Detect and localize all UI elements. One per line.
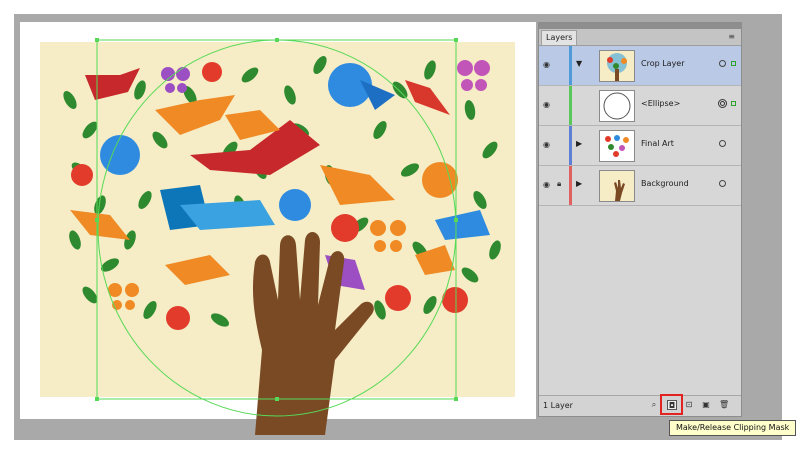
trash-icon[interactable]: 🗑︎ [719,400,729,410]
layer-row-crop-layer[interactable]: ◉ ▼ Crop Layer [539,46,741,86]
layer-color-bar [569,86,572,125]
layer-color-bar [569,126,572,165]
layer-color-bar [569,166,572,205]
art-thumbnail [599,130,635,162]
create-sublayer-icon[interactable]: ⊡ [684,400,694,410]
locate-object-icon[interactable]: ⌕ [649,400,659,410]
panel-menu-icon[interactable]: ≡ [728,32,735,41]
layer-row-ellipse[interactable]: ◉ <Ellipse> [539,86,741,126]
create-new-layer-icon[interactable]: ▣ [701,400,711,410]
tree-thumbnail [599,50,635,82]
layer-name[interactable]: Crop Layer [641,59,685,68]
panel-footer: 1 Layer ⌕ ◘ ⊡ ▣ 🗑︎ [539,395,741,416]
selection-indicator-icon[interactable] [731,61,736,66]
selection-indicator-icon[interactable] [731,101,736,106]
layer-name[interactable]: Background [641,179,689,188]
target-icon[interactable] [718,99,727,108]
panel-tab-bar: Layers ≡ [539,29,741,46]
ellipse-thumbnail [599,90,635,122]
layers-panel[interactable]: Layers ≡ ◉ ▼ Crop Layer ◉ <Ellipse> ◉ ▶ … [538,22,742,417]
visibility-eye-icon[interactable]: ◉ [543,180,550,189]
layer-count: 1 Layer [543,401,573,410]
expand-triangle-icon[interactable]: ▼ [576,59,582,68]
target-icon[interactable] [719,60,726,67]
visibility-eye-icon[interactable]: ◉ [543,100,550,109]
visibility-eye-icon[interactable]: ◉ [543,140,550,149]
visibility-eye-icon[interactable]: ◉ [543,60,550,69]
expand-triangle-icon[interactable]: ▶ [576,139,582,148]
layers-list: ◉ ▼ Crop Layer ◉ <Ellipse> ◉ ▶ Final Art… [539,46,741,206]
highlight-box [660,394,683,415]
layer-name[interactable]: <Ellipse> [641,99,680,108]
layer-name[interactable]: Final Art [641,139,674,148]
layer-row-final-art[interactable]: ◉ ▶ Final Art [539,126,741,166]
hand-thumbnail [599,170,635,202]
layer-row-background[interactable]: ◉ 🔒︎ ▶ Background [539,166,741,206]
layer-color-bar [569,46,572,85]
target-icon[interactable] [719,180,726,187]
tooltip: Make/Release Clipping Mask [669,420,797,436]
lock-icon[interactable]: 🔒︎ [557,179,561,189]
expand-triangle-icon[interactable]: ▶ [576,179,582,188]
tab-layers[interactable]: Layers [541,30,578,45]
target-icon[interactable] [719,140,726,147]
